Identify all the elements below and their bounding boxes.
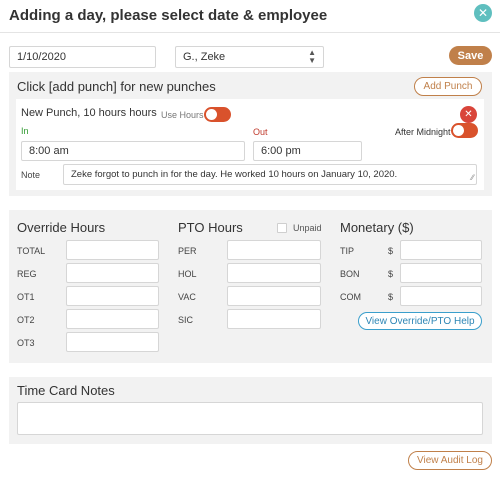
currency-symbol-tip: $	[388, 246, 394, 256]
save-button[interactable]: Save	[449, 46, 492, 65]
punch-title: New Punch, 10 hours hours	[21, 107, 157, 119]
note-textarea[interactable]: Zeke forgot to punch in for the day. He …	[63, 164, 477, 185]
after-midnight-label: After Midnight	[395, 127, 451, 137]
header-divider	[0, 32, 500, 33]
employee-select-value: G., Zeke	[183, 51, 226, 63]
pto-input-hol[interactable]	[227, 263, 321, 283]
override-label-ot2: OT2	[17, 315, 35, 325]
in-time-value: 8:00 am	[29, 145, 69, 157]
unpaid-checkbox[interactable]	[277, 223, 287, 233]
pto-heading: PTO Hours	[178, 220, 243, 235]
employee-select[interactable]: G., Zeke ▲ ▼	[175, 46, 324, 68]
pto-label-per: PER	[178, 246, 197, 256]
add-punch-button[interactable]: Add Punch	[414, 77, 482, 96]
use-hours-toggle[interactable]	[204, 107, 231, 122]
view-audit-log-button[interactable]: View Audit Log	[408, 451, 492, 470]
override-input-ot3[interactable]	[66, 332, 159, 352]
pto-label-sic: SIC	[178, 315, 194, 325]
time-card-notes-textarea[interactable]	[17, 402, 483, 435]
out-time-input[interactable]: 6:00 pm	[253, 141, 362, 161]
monetary-input-com[interactable]	[400, 286, 482, 306]
in-label: In	[21, 126, 29, 136]
currency-symbol-bon: $	[388, 269, 394, 279]
notes-heading: Time Card Notes	[17, 383, 115, 398]
in-time-input[interactable]: 8:00 am	[21, 141, 245, 161]
override-label-ot1: OT1	[17, 292, 35, 302]
out-time-value: 6:00 pm	[261, 145, 301, 157]
override-label-ot3: OT3	[17, 338, 35, 348]
monetary-label-tip: TIP	[340, 246, 355, 256]
pto-input-vac[interactable]	[227, 286, 321, 306]
override-input-reg[interactable]	[66, 263, 159, 283]
pto-input-sic[interactable]	[227, 309, 321, 329]
remove-punch-icon[interactable]: ✕	[460, 106, 477, 123]
modal-title: Adding a day, please select date & emplo…	[9, 7, 328, 24]
monetary-label-com: COM	[340, 292, 361, 302]
resize-grip-icon[interactable]: ∕∕	[471, 174, 474, 182]
override-input-ot1[interactable]	[66, 286, 159, 306]
use-hours-label: Use Hours	[161, 110, 204, 120]
pto-input-per[interactable]	[227, 240, 321, 260]
unpaid-label: Unpaid	[293, 223, 322, 233]
after-midnight-toggle[interactable]	[451, 123, 478, 138]
date-input-value: 1/10/2020	[17, 51, 66, 63]
override-input-total[interactable]	[66, 240, 159, 260]
note-label: Note	[21, 170, 41, 180]
out-label: Out	[253, 127, 268, 137]
monetary-label-bon: BON	[340, 269, 360, 279]
override-label-total: TOTAL	[17, 246, 46, 256]
note-text: Zeke forgot to punch in for the day. He …	[71, 169, 398, 180]
view-override-pto-help-button[interactable]: View Override/PTO Help	[358, 312, 482, 330]
punch-panel-heading: Click [add punch] for new punches	[17, 79, 216, 94]
select-caret-icon: ▲ ▼	[308, 48, 316, 65]
override-label-reg: REG	[17, 269, 37, 279]
pto-label-vac: VAC	[178, 292, 196, 302]
monetary-input-tip[interactable]	[400, 240, 482, 260]
monetary-input-bon[interactable]	[400, 263, 482, 283]
close-icon[interactable]: ✕	[474, 4, 492, 22]
override-input-ot2[interactable]	[66, 309, 159, 329]
override-heading: Override Hours	[17, 220, 106, 235]
monetary-heading: Monetary ($)	[340, 220, 414, 235]
date-input[interactable]: 1/10/2020	[9, 46, 156, 68]
currency-symbol-com: $	[388, 292, 394, 302]
pto-label-hol: HOL	[178, 269, 197, 279]
